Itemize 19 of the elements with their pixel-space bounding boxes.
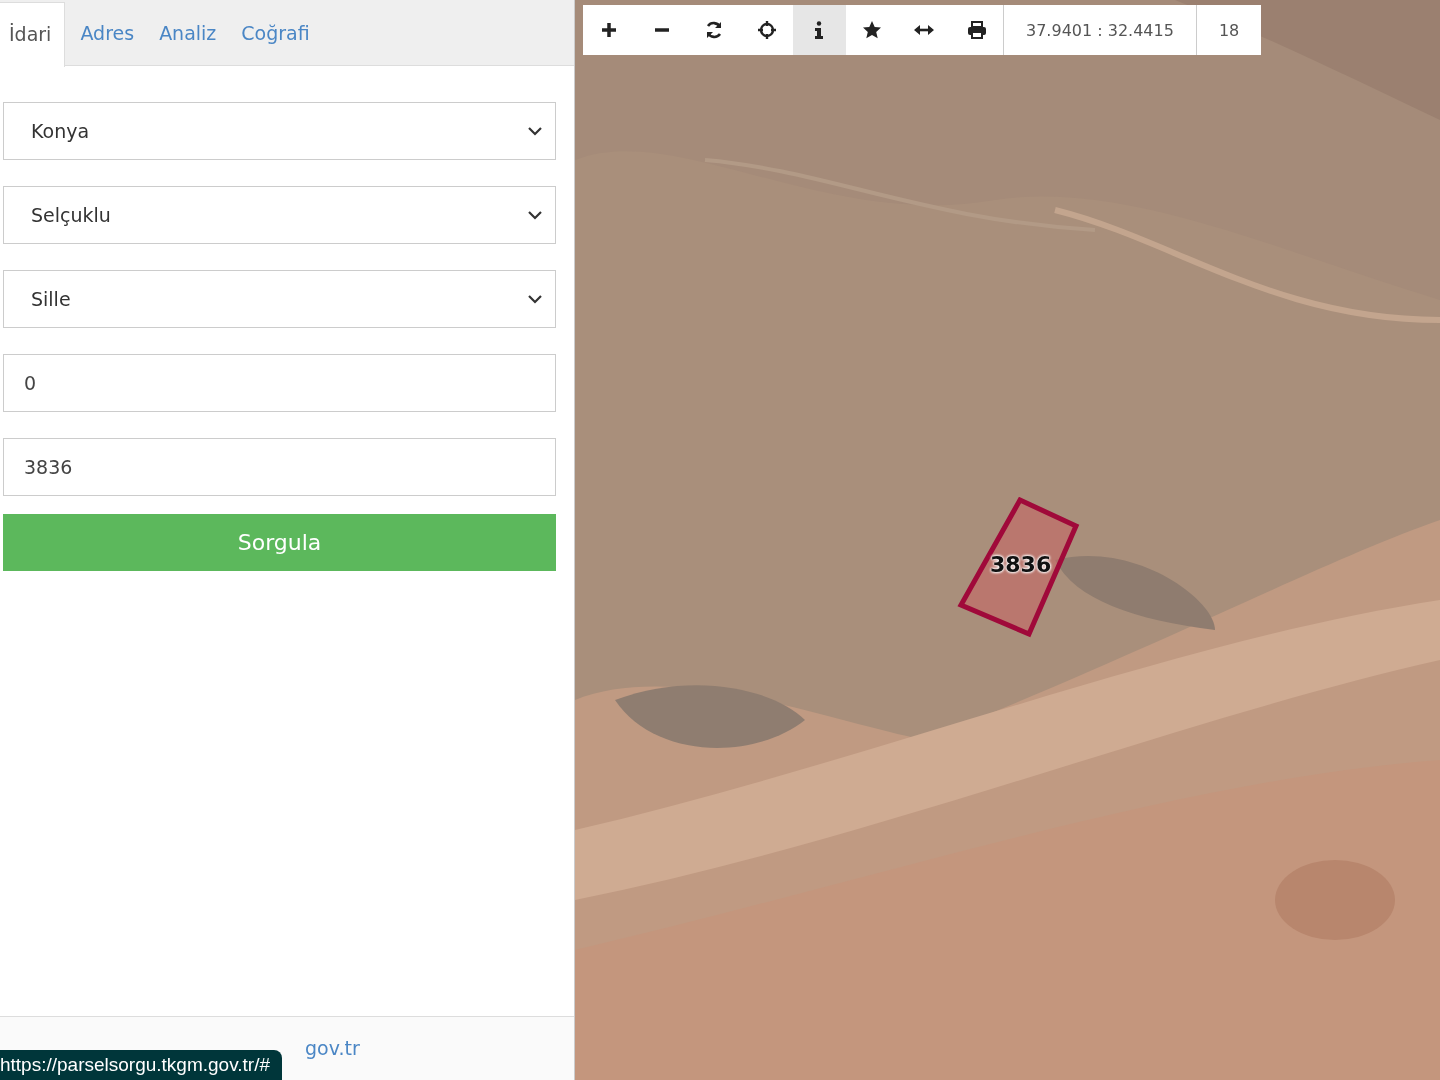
- toolbar-button[interactable]: [793, 5, 846, 55]
- dropdown[interactable]: Selçuklu: [3, 186, 556, 244]
- status-url: https://parselsorgu.tkgm.gov.tr/#: [0, 1050, 282, 1080]
- coordinates-display: 37.9401 : 32.4415: [1003, 5, 1196, 55]
- dropdown[interactable]: Konya: [3, 102, 556, 160]
- input-field[interactable]: 0: [3, 354, 556, 412]
- zoom-level: 18: [1195, 5, 1262, 55]
- chevron-icon: [527, 210, 543, 220]
- minus-icon: [654, 28, 669, 32]
- input-field[interactable]: 3836: [3, 438, 556, 496]
- dropdown[interactable]: Sille: [3, 270, 556, 328]
- tab[interactable]: İdari: [0, 2, 66, 67]
- print-icon: [966, 20, 987, 40]
- email-link[interactable]: gov.tr: [305, 1037, 360, 1061]
- parcel-label: 3836: [990, 552, 1052, 577]
- star-icon: [861, 20, 882, 40]
- crosshair-icon: [756, 20, 777, 40]
- chevron-icon: [527, 126, 543, 136]
- chevron-icon: [527, 294, 543, 304]
